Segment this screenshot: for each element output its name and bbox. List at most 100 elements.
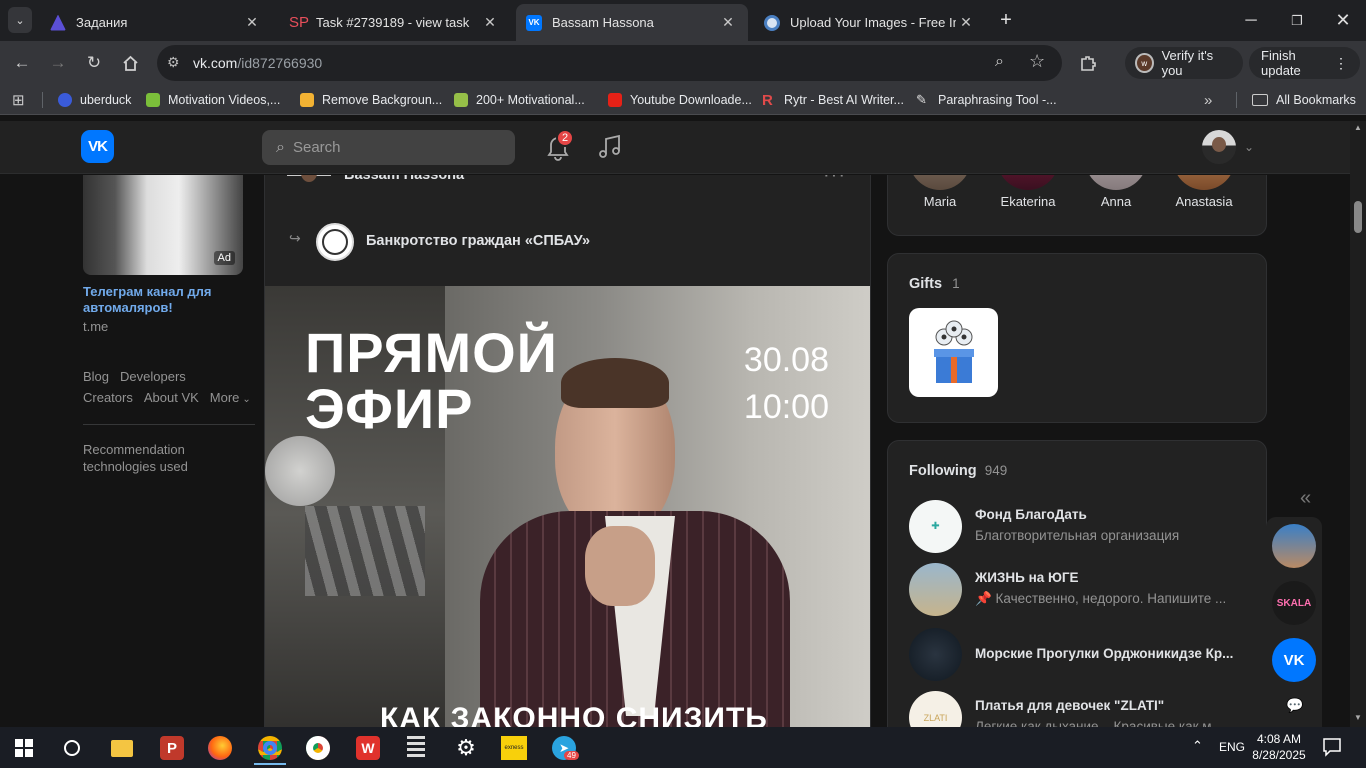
group-avatar — [909, 563, 962, 616]
footer-link-developers[interactable]: Developers — [120, 369, 186, 384]
bookmark-item[interactable]: Motivation Videos,... — [146, 91, 280, 109]
reload-button[interactable]: ↻ — [81, 50, 107, 76]
tab-zadaniya[interactable]: Задания ✕ — [40, 4, 272, 41]
following-header[interactable]: Following 949 — [909, 463, 1007, 479]
folder-icon — [1252, 94, 1268, 106]
sp-icon: SP — [288, 14, 309, 31]
chat-avatar[interactable] — [1272, 524, 1316, 568]
minimize-button[interactable]: ─ — [1228, 0, 1274, 41]
apps-button[interactable]: ⊞ — [12, 91, 25, 109]
close-icon[interactable]: ✕ — [480, 14, 500, 31]
music-button[interactable] — [597, 133, 623, 161]
tab-upload-images[interactable]: Upload Your Images - Free Imag ✕ — [754, 4, 986, 41]
close-icon[interactable]: ✕ — [242, 14, 262, 31]
friend-item[interactable]: Anna — [1074, 175, 1158, 209]
scroll-down-icon[interactable]: ▼ — [1354, 713, 1362, 722]
repost-source-name[interactable]: Банкротство граждан «СПБАУ» — [366, 233, 590, 249]
file-explorer-button[interactable] — [100, 731, 144, 765]
footer-link-blog[interactable]: Blog — [83, 369, 109, 384]
language-indicator[interactable]: ENG — [1219, 740, 1245, 754]
ad-image: Ad — [83, 175, 243, 275]
search-input[interactable]: ⌕ Search — [262, 130, 515, 165]
post-image[interactable]: ПРЯМОЙ ЭФИР 30.08 10:00 КАК ЗАКОННО СНИЗ… — [265, 286, 870, 727]
tab-search-button[interactable]: ⌄ — [8, 7, 32, 33]
extensions-button[interactable] — [1075, 50, 1101, 76]
chat-avatar[interactable]: SKALA — [1272, 581, 1316, 625]
bookmark-item[interactable]: ✎ Paraphrasing Tool -... — [916, 91, 1057, 109]
bookmark-star-icon[interactable]: ☆ — [1029, 51, 1045, 72]
group-avatar: ZLATI — [909, 691, 962, 727]
show-hidden-icons-button[interactable]: ⌃ — [1192, 738, 1203, 754]
ad-block[interactable]: Ad Телеграм канал для автомаляров! t.me — [83, 175, 243, 334]
friend-item[interactable]: Anastasia — [1162, 175, 1246, 209]
gifts-header[interactable]: Gifts 1 — [909, 276, 960, 292]
chrome-button[interactable] — [296, 731, 340, 765]
repost-source-avatar[interactable] — [316, 223, 354, 261]
footer-link-creators[interactable]: Creators — [83, 390, 133, 405]
close-icon[interactable]: ✕ — [718, 14, 738, 31]
restore-button[interactable]: ❐ — [1274, 0, 1320, 41]
zadaniya-icon — [50, 14, 66, 31]
clock-time: 4:08 AM — [1256, 732, 1302, 746]
friend-avatar — [909, 175, 971, 190]
forward-button[interactable]: → — [45, 50, 71, 76]
finish-update-button[interactable]: Finish update ⋮ — [1249, 47, 1360, 79]
chat-avatar[interactable]: VK — [1272, 638, 1316, 682]
author-avatar[interactable] — [287, 175, 331, 198]
bookmark-item[interactable]: 200+ Motivational... — [454, 91, 585, 109]
new-tab-button[interactable]: + — [994, 8, 1018, 32]
home-button[interactable] — [117, 50, 143, 76]
exness-button[interactable]: exness — [492, 731, 536, 765]
zoom-icon[interactable]: ⌕ — [995, 53, 1004, 71]
bookmarks-divider — [42, 92, 43, 108]
following-item[interactable]: ZLATI Платья для девочек "ZLATI" Легкие … — [909, 691, 1249, 727]
following-item[interactable]: Морские Прогулки Орджоникидзе Кр... — [909, 628, 1249, 682]
address-bar[interactable]: ⚙ vk.com/id872766930 ⌕ ☆ — [157, 45, 1062, 81]
page-scrollbar[interactable]: ▲ ▼ — [1350, 121, 1366, 727]
profile-menu-button[interactable]: ⌄ — [1202, 130, 1262, 164]
ad-domain: t.me — [83, 319, 109, 334]
bookmark-item[interactable]: R Rytr - Best AI Writer... — [762, 91, 904, 109]
following-item[interactable]: ЖИЗНЬ на ЮГЕ 📌 Качественно, недорого. На… — [909, 563, 1249, 617]
telegram-button[interactable]: ➤ 49 — [542, 731, 586, 765]
collapse-chats-button[interactable]: « — [1300, 487, 1311, 510]
app-p-button[interactable]: P — [150, 731, 194, 765]
chrome-profile-button[interactable] — [248, 731, 292, 765]
scroll-thumb[interactable] — [1354, 201, 1362, 233]
settings-button[interactable]: ⚙ — [444, 731, 488, 765]
firefox-button[interactable] — [198, 731, 242, 765]
start-button[interactable] — [2, 731, 46, 765]
tab-vk-profile[interactable]: VK Bassam Hassona ✕ — [516, 4, 748, 41]
close-icon[interactable]: ✕ — [956, 14, 976, 31]
friend-avatar — [1085, 175, 1147, 190]
close-window-button[interactable]: ✕ — [1320, 0, 1366, 41]
vk-logo[interactable]: VK — [81, 130, 114, 163]
following-item[interactable]: ✚ Фонд БлагоДать Благотворительная орган… — [909, 500, 1249, 554]
tab-task[interactable]: SP Task #2739189 - view task ✕ — [278, 4, 510, 41]
bookmark-item[interactable]: Remove Backgroun... — [300, 91, 442, 109]
footer-link-more[interactable]: More — [210, 390, 240, 405]
back-button[interactable]: ← — [9, 50, 35, 76]
bookmarks-overflow-button[interactable]: » — [1204, 91, 1212, 109]
bookmark-item[interactable]: Youtube Downloade... — [608, 91, 752, 109]
all-bookmarks-button[interactable]: All Bookmarks — [1252, 91, 1356, 109]
post-menu-button[interactable]: ··· — [823, 175, 846, 187]
wps-button[interactable]: W — [346, 731, 390, 765]
footer-link-about[interactable]: About VK — [144, 390, 199, 405]
bookmark-item[interactable]: uberduck — [58, 91, 131, 109]
friend-item[interactable]: Maria — [898, 175, 982, 209]
post-author[interactable]: Bassam Hassona — [344, 175, 464, 183]
recommendation-note[interactable]: Recommendation technologies used — [83, 441, 213, 475]
notifications-button[interactable]: 2 — [545, 129, 574, 161]
site-info-icon[interactable]: ⚙ — [167, 54, 180, 71]
notifications-center-button[interactable] — [1322, 737, 1342, 762]
ad-title[interactable]: Телеграм канал для автомаляров! — [83, 284, 243, 316]
scroll-up-icon[interactable]: ▲ — [1354, 123, 1362, 132]
chat-bubble-icon[interactable]: 💬 — [1286, 697, 1303, 714]
verify-profile-button[interactable]: w Verify it's you — [1125, 47, 1243, 79]
clock[interactable]: 4:08 AM 8/28/2025 — [1250, 731, 1308, 763]
calculator-button[interactable] — [394, 731, 438, 765]
gift-item[interactable] — [909, 308, 998, 397]
cortana-button[interactable] — [50, 731, 94, 765]
friend-item[interactable]: Ekaterina — [986, 175, 1070, 209]
